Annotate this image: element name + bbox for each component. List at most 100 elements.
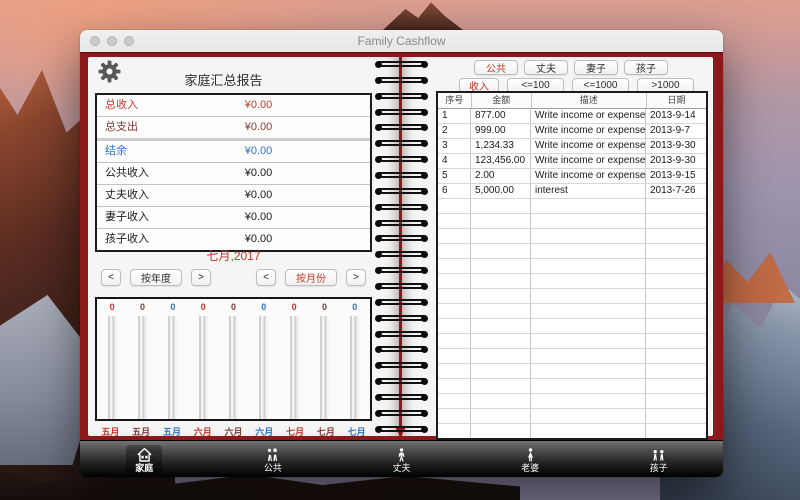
- table-cell: [438, 214, 471, 228]
- year-next-button[interactable]: >: [191, 269, 211, 286]
- table-cell: [531, 214, 646, 228]
- notebook-cover: 家庭汇总报告 总收入¥0.00总支出¥0.00结余¥0.00公共收入¥0.00丈…: [80, 52, 723, 441]
- year-controls: < 按年度 >: [101, 269, 211, 286]
- chart-bar-track: [229, 316, 238, 419]
- table-row[interactable]: 31,234.33Write income or expense b...201…: [438, 139, 706, 154]
- period-controls: < 按年度 > < 按月份 >: [95, 269, 372, 286]
- table-cell: [646, 259, 706, 273]
- table-cell: [646, 424, 706, 438]
- table-cell: 2013-7-26: [646, 184, 706, 198]
- column-header: 序号: [438, 93, 472, 108]
- table-row[interactable]: 1877.00Write income or expense b...2013-…: [438, 109, 706, 124]
- summary-row-label: 总收入: [105, 95, 138, 116]
- table-row-empty: [438, 304, 706, 319]
- table-row[interactable]: 65,000.00interest2013-7-26: [438, 184, 706, 199]
- table-row-empty: [438, 394, 706, 409]
- table-row[interactable]: 52.00Write income or expense b...2013-9-…: [438, 169, 706, 184]
- table-cell: [438, 394, 471, 408]
- table-row[interactable]: 4123,456.00Write income or expense b...2…: [438, 154, 706, 169]
- window-titlebar[interactable]: Family Cashflow: [80, 30, 723, 53]
- table-cell: [438, 244, 471, 258]
- month-next-button[interactable]: >: [346, 269, 366, 286]
- table-cell: 1: [438, 109, 471, 123]
- chart-month-label: 五月: [95, 425, 126, 438]
- chart-month-labels: 五月五月五月六月六月六月七月七月七月: [95, 425, 372, 438]
- table-cell: 5,000.00: [471, 184, 531, 198]
- chart-bar-track: [350, 316, 359, 419]
- summary-row-value: ¥0.00: [147, 163, 370, 184]
- toolbar-item-1[interactable]: 家庭: [80, 445, 209, 474]
- table-cell: [531, 364, 646, 378]
- table-cell: [471, 394, 531, 408]
- table-cell: [438, 364, 471, 378]
- chart-month-label: 七月: [310, 425, 341, 438]
- chart-column: 0: [158, 302, 188, 419]
- chart-value-label: 0: [140, 302, 145, 312]
- table-cell: [531, 229, 646, 243]
- column-header: 日期: [647, 93, 706, 108]
- table-row-empty: [438, 319, 706, 334]
- table-cell: [646, 319, 706, 333]
- chart-column: 0: [279, 302, 309, 419]
- summary-row-value: ¥0.00: [147, 95, 370, 116]
- chart-value-label: 0: [201, 302, 206, 312]
- table-cell: [438, 334, 471, 348]
- chart-month-label: 六月: [218, 425, 249, 438]
- member-filter-button-4[interactable]: 孩子: [624, 60, 668, 75]
- summary-row-value: ¥0.00: [147, 117, 370, 138]
- app-window: Family Cashflow: [80, 30, 723, 477]
- member-filter-button-2[interactable]: 丈夫: [524, 60, 568, 75]
- summary-table: 总收入¥0.00总支出¥0.00结余¥0.00公共收入¥0.00丈夫收入¥0.0…: [95, 93, 372, 252]
- by-month-button[interactable]: 按月份: [285, 269, 337, 286]
- table-cell: [531, 424, 646, 438]
- home-icon: [136, 446, 153, 463]
- member-filter-button-1[interactable]: 公共: [474, 60, 518, 75]
- period-label: 七月,2017: [95, 247, 372, 264]
- table-cell: [646, 349, 706, 363]
- table-cell: [471, 424, 531, 438]
- chart-column: 0: [340, 302, 370, 419]
- transactions-body: 1877.00Write income or expense b...2013-…: [438, 109, 706, 438]
- member-filter-button-3[interactable]: 妻子: [574, 60, 618, 75]
- table-cell: 2013-9-15: [646, 169, 706, 183]
- toolbar-item-5[interactable]: 孩子: [594, 445, 723, 474]
- transactions-header: 序号金额描述日期: [438, 93, 706, 109]
- table-cell: Write income or expense b...: [531, 109, 646, 123]
- window-title: Family Cashflow: [80, 30, 723, 52]
- table-row-empty: [438, 274, 706, 289]
- wife-icon: [522, 446, 539, 463]
- chart-value-label: 0: [231, 302, 236, 312]
- table-cell: [471, 364, 531, 378]
- children-icon: [650, 446, 667, 463]
- chart-bar-track: [290, 316, 299, 419]
- summary-row-value: ¥0.00: [147, 141, 370, 162]
- year-prev-button[interactable]: <: [101, 269, 121, 286]
- table-cell: [646, 274, 706, 288]
- toolbar-item-4[interactable]: 老婆: [466, 445, 595, 474]
- summary-row-label: 公共收入: [105, 163, 149, 184]
- summary-row-label: 妻子收入: [105, 207, 149, 228]
- table-cell: [531, 274, 646, 288]
- summary-row: 公共收入¥0.00: [97, 163, 370, 185]
- table-row[interactable]: 2999.00Write income or expense b...2013-…: [438, 124, 706, 139]
- table-cell: [646, 334, 706, 348]
- table-cell: [646, 304, 706, 318]
- month-prev-button[interactable]: <: [256, 269, 276, 286]
- table-cell: Write income or expense b...: [531, 154, 646, 168]
- table-cell: [646, 244, 706, 258]
- toolbar-item-2[interactable]: 公共: [209, 445, 338, 474]
- by-year-button[interactable]: 按年度: [130, 269, 182, 286]
- chart-column: 0: [127, 302, 157, 419]
- chart-bar-track: [199, 316, 208, 419]
- table-cell: [531, 379, 646, 393]
- toolbar-item-label: 丈夫: [392, 463, 410, 473]
- table-row-empty: [438, 244, 706, 259]
- table-cell: [531, 259, 646, 273]
- toolbar-item-3[interactable]: 丈夫: [337, 445, 466, 474]
- table-cell: [438, 289, 471, 303]
- chart-value-label: 0: [261, 302, 266, 312]
- table-cell: [471, 199, 531, 213]
- family-icon: [264, 446, 281, 463]
- table-cell: [438, 259, 471, 273]
- table-row-empty: [438, 424, 706, 438]
